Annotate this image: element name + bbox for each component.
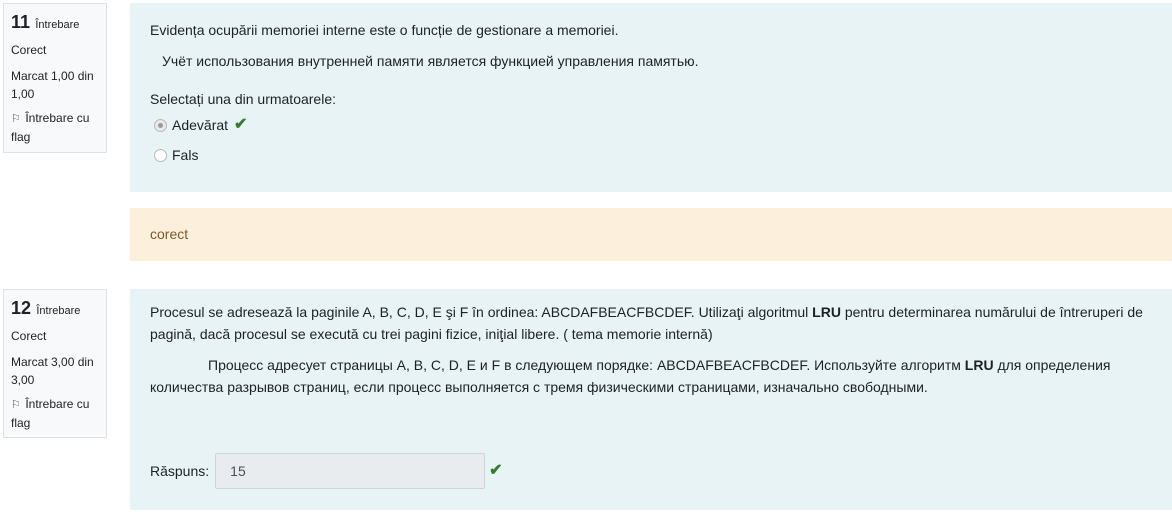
flag-icon: ⚐	[11, 399, 21, 411]
flag-question-link[interactable]: ⚐ Întrebare cu flag	[11, 109, 99, 146]
question-text-ru-part1: Процесс адресует страницы A, B, C, D, E …	[208, 357, 965, 373]
question-number: 11	[11, 12, 31, 32]
question-word: Întrebare	[36, 305, 81, 317]
question-text-ro: Evidența ocupării memoriei interne este …	[150, 22, 619, 38]
answer-prompt: Selectați una din urmatoarele:	[150, 91, 336, 107]
option-label: Fals	[172, 147, 199, 163]
question-text-ru: Учёт использования внутренней памяти явл…	[162, 53, 699, 69]
question-content-12: Procesul se adresează la paginile A, B, …	[130, 289, 1172, 510]
question-info-12: 12 Întrebare Corect Marcat 3,00 din 3,00…	[3, 289, 107, 438]
question-word: Întrebare	[35, 19, 80, 31]
flag-icon: ⚐	[11, 113, 21, 125]
feedback-text: corect	[150, 226, 189, 242]
flag-label: Întrebare cu flag	[11, 111, 90, 144]
question-number: 12	[11, 298, 32, 318]
option-label: Adevărat	[172, 117, 229, 133]
question-grade: Marcat 1,00 din 1,00	[11, 69, 94, 101]
check-icon: ✔	[489, 462, 503, 479]
question-content-11: Evidența ocupării memoriei interne este …	[130, 3, 1172, 192]
question-state: Corect	[11, 329, 47, 343]
feedback-box: corect	[130, 208, 1172, 261]
question-text-ro-part1: Procesul se adresează la paginile A, B, …	[150, 304, 813, 320]
question-text-ro: Procesul se adresează la paginile A, B, …	[150, 301, 1152, 345]
answer-label: Răspuns:	[150, 463, 210, 479]
question-grade: Marcat 3,00 din 3,00	[11, 355, 94, 387]
algorithm-name: LRU	[812, 304, 841, 320]
radio-true[interactable]	[154, 118, 167, 132]
radio-false[interactable]	[154, 148, 167, 162]
question-info-11: 11 Întrebare Corect Marcat 1,00 din 1,00…	[3, 3, 107, 153]
answer-row: Răspuns: 15 ✔	[150, 453, 503, 489]
answer-input[interactable]: 15	[215, 453, 486, 489]
question-text-ru: Процесс адресует страницы A, B, C, D, E …	[150, 354, 1152, 398]
answer-option-false[interactable]: Fals	[150, 140, 1152, 170]
flag-label: Întrebare cu flag	[11, 397, 90, 430]
check-icon: ✔	[234, 116, 248, 133]
algorithm-name: LRU	[964, 357, 994, 373]
question-state: Corect	[11, 43, 47, 57]
flag-question-link[interactable]: ⚐ Întrebare cu flag	[11, 395, 99, 432]
answer-option-true[interactable]: Adevărat ✔	[150, 110, 1152, 140]
